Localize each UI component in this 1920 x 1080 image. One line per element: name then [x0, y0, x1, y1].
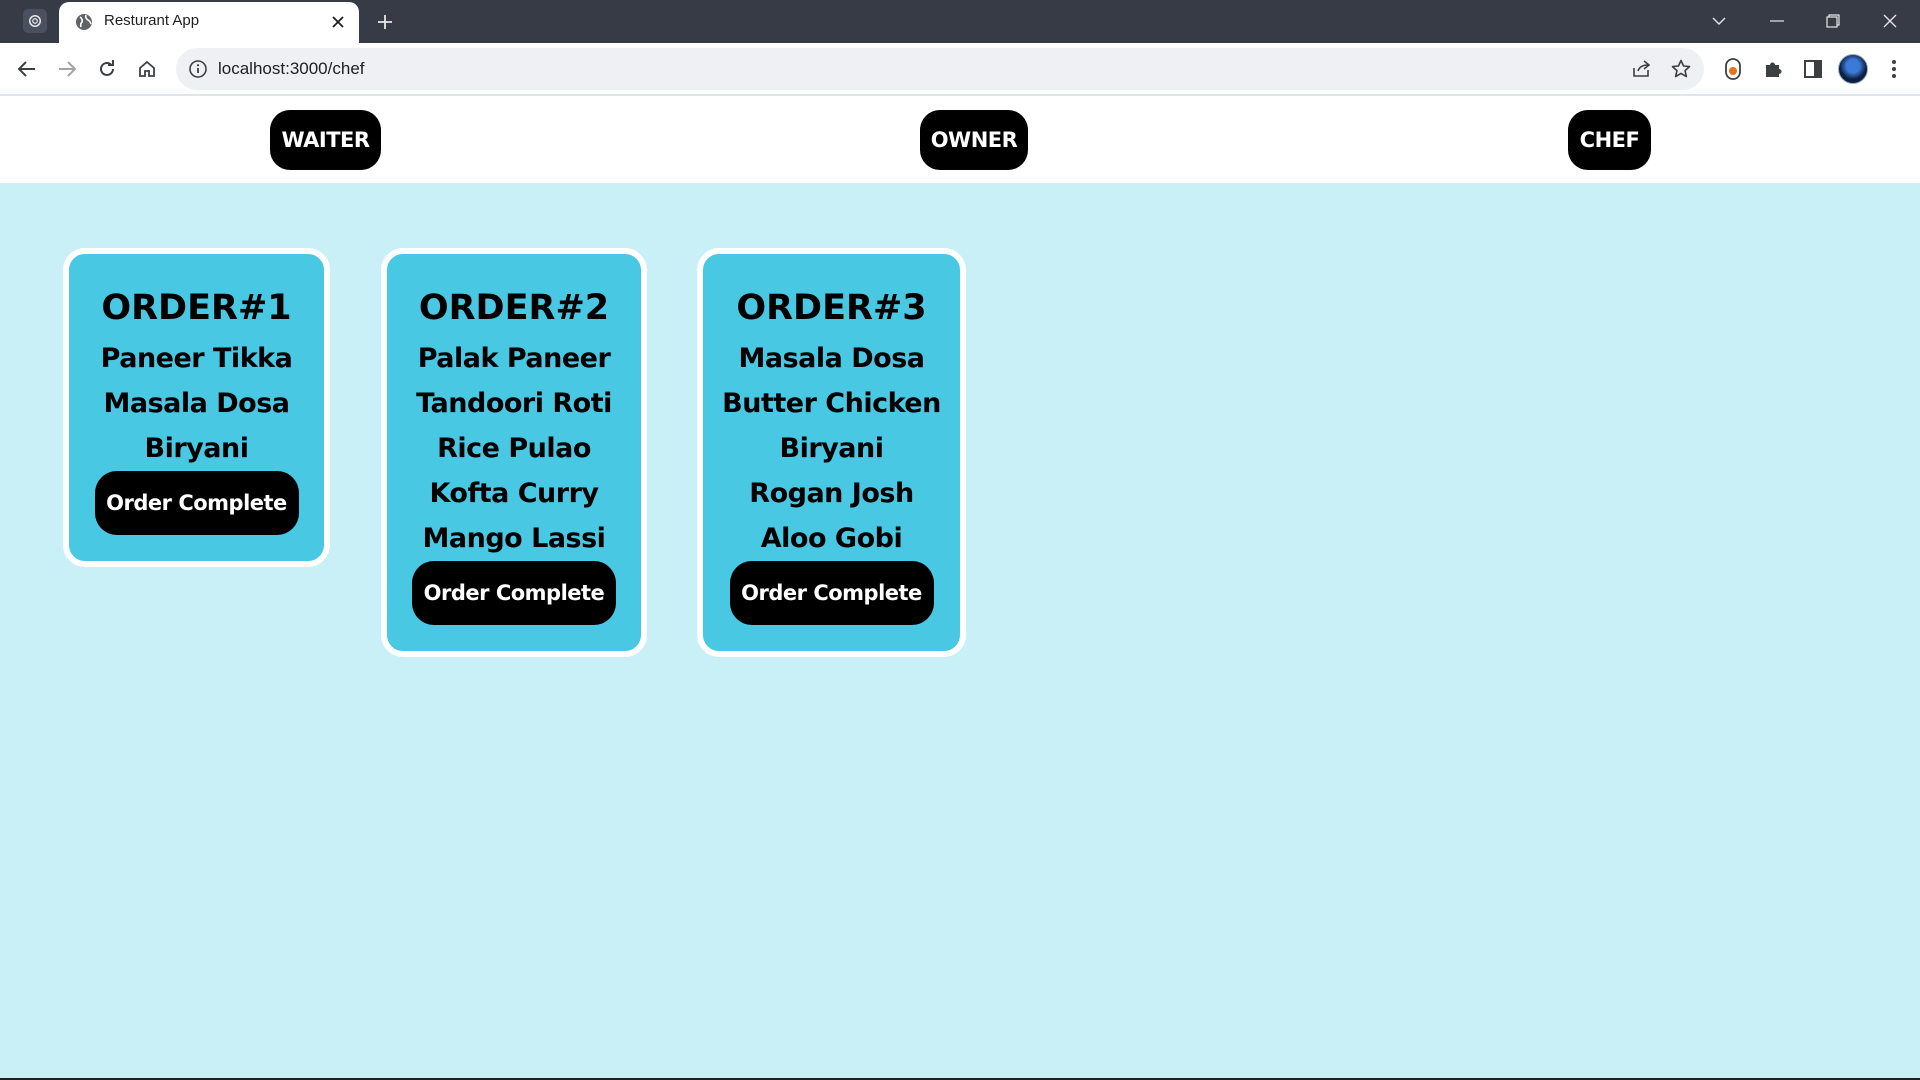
back-icon[interactable]	[12, 54, 42, 84]
order-item: Butter Chicken	[722, 388, 941, 419]
order-title: ORDER#2	[418, 288, 610, 328]
order-item: Biryani	[144, 433, 249, 464]
order-item: Tandoori Roti	[416, 388, 612, 419]
order-item: Biryani	[779, 433, 884, 464]
order-card-3: ORDER#3 Masala Dosa Butter Chicken Birya…	[697, 248, 966, 657]
browser-titlebar: Resturant App	[0, 0, 1920, 43]
order-item: Kofta Curry	[429, 478, 599, 509]
minimize-icon[interactable]	[1760, 6, 1794, 36]
tab-search-icon[interactable]	[1702, 6, 1736, 36]
chef-button[interactable]: CHEF	[1568, 110, 1651, 170]
order-title: ORDER#1	[101, 288, 292, 328]
menu-dots-icon[interactable]	[1879, 54, 1909, 84]
share-icon[interactable]	[1631, 58, 1653, 80]
globe-icon	[76, 14, 92, 30]
order-item: Rice Pulao	[437, 433, 591, 464]
extension-badge-icon[interactable]	[1718, 54, 1748, 84]
waiter-button[interactable]: WAITER	[270, 110, 381, 170]
address-bar[interactable]: localhost:3000/chef	[176, 48, 1704, 90]
tab-title: Resturant App	[104, 12, 200, 29]
order-title: ORDER#3	[736, 288, 927, 328]
info-icon[interactable]	[188, 59, 208, 79]
star-icon[interactable]	[1670, 58, 1692, 80]
puzzle-icon[interactable]	[1758, 54, 1788, 84]
order-item: Masala Dosa	[738, 343, 925, 374]
forward-icon[interactable]	[52, 54, 82, 84]
home-icon[interactable]	[132, 54, 162, 84]
role-navbar: WAITER OWNER CHEF	[0, 96, 1920, 183]
new-tab-icon[interactable]	[372, 9, 398, 35]
order-item: Palak Paneer	[417, 343, 611, 374]
order-item: Aloo Gobi	[760, 523, 903, 554]
owner-button[interactable]: OWNER	[920, 110, 1028, 170]
order-card-1: ORDER#1 Paneer Tikka Masala Dosa Biryani…	[63, 248, 330, 567]
avatar[interactable]	[1838, 54, 1868, 84]
reload-icon[interactable]	[92, 54, 122, 84]
url-text[interactable]: localhost:3000/chef	[218, 59, 365, 79]
close-window-icon[interactable]	[1873, 6, 1907, 36]
orders-board: ORDER#1 Paneer Tikka Masala Dosa Biryani…	[0, 183, 1920, 1080]
browser-toolbar: localhost:3000/chef	[0, 43, 1920, 95]
close-tab-icon[interactable]	[327, 11, 349, 33]
order-item: Masala Dosa	[103, 388, 290, 419]
order-complete-button[interactable]: Order Complete	[729, 561, 934, 625]
chatgpt-icon[interactable]	[23, 9, 47, 33]
order-complete-button[interactable]: Order Complete	[412, 561, 616, 625]
order-complete-button[interactable]: Order Complete	[94, 471, 299, 535]
sidebar-icon[interactable]	[1798, 54, 1828, 84]
order-item: Mango Lassi	[422, 523, 606, 554]
order-card-2: ORDER#2 Palak Paneer Tandoori Roti Rice …	[381, 248, 647, 657]
order-item: Paneer Tikka	[100, 343, 293, 374]
browser-tab[interactable]: Resturant App	[59, 2, 359, 43]
order-item: Rogan Josh	[749, 478, 914, 509]
restore-icon[interactable]	[1816, 6, 1850, 36]
